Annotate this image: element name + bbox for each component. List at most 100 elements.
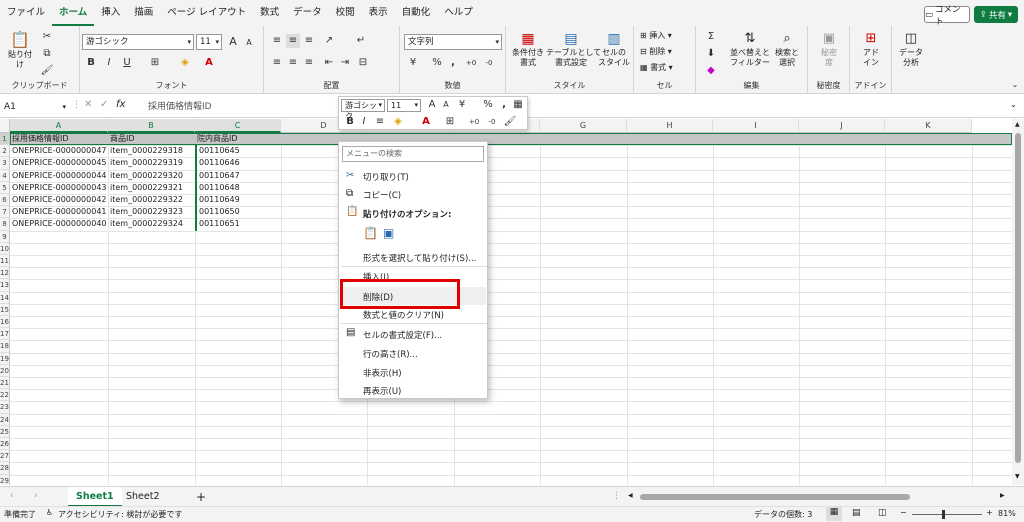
row-header-21[interactable]: 21 xyxy=(0,377,10,390)
zoom-level[interactable]: 81% xyxy=(998,509,1016,518)
sheet-tab-1[interactable]: Sheet1 xyxy=(68,487,122,507)
mini-font-combo[interactable]: 游ゴシック ▾ xyxy=(341,99,385,121)
scroll-up-icon[interactable]: ▲ xyxy=(1015,121,1020,128)
clear-icon[interactable]: ◆ xyxy=(704,64,718,78)
menu-item-clear[interactable]: 数式と値のクリア(N) xyxy=(363,309,444,321)
menu-tab-4[interactable]: ページ レイアウト xyxy=(160,0,253,26)
find-select-button[interactable]: ⌕ 検索と 選択 xyxy=(770,30,804,68)
row-header-26[interactable]: 26 xyxy=(0,438,10,451)
row-header-27[interactable]: 27 xyxy=(0,450,10,463)
row-header-15[interactable]: 15 xyxy=(0,303,10,316)
menu-item-hide[interactable]: 非表示(H) xyxy=(363,367,402,379)
cell-styles-button[interactable]: ▥ セルの スタイル xyxy=(596,30,632,68)
paste-option-icon[interactable]: 📋 xyxy=(363,226,378,240)
menu-tab-9[interactable]: 自動化 xyxy=(395,0,438,26)
column-header-G[interactable]: G xyxy=(540,119,627,133)
cell[interactable]: 00110645 xyxy=(195,145,281,158)
mini-border-icon[interactable]: ⊞ xyxy=(443,115,457,129)
autosum-icon[interactable]: Σ xyxy=(704,30,718,44)
scroll-left-icon[interactable]: ◀ xyxy=(628,492,633,499)
align-right-icon[interactable]: ≡ xyxy=(302,56,316,70)
mini-size-combo[interactable]: 11 ▾ xyxy=(387,99,421,112)
mini-bold-icon[interactable]: B xyxy=(343,115,357,129)
menu-tab-5[interactable]: 数式 xyxy=(253,0,286,26)
row-header-1[interactable]: 1 xyxy=(0,133,10,146)
mini-comma-icon[interactable]: , xyxy=(497,98,511,112)
row-header-23[interactable]: 23 xyxy=(0,401,10,414)
menu-item-format-cells[interactable]: セルの書式設定(F)... xyxy=(363,329,442,341)
cell[interactable]: 商品ID xyxy=(108,133,195,145)
menu-item-cut[interactable]: 切り取り(T) xyxy=(363,171,409,183)
accessibility-status[interactable]: アクセシビリティ: 検討が必要です xyxy=(58,509,182,520)
row-header-14[interactable]: 14 xyxy=(0,291,10,304)
row-header-18[interactable]: 18 xyxy=(0,340,10,353)
mini-font-shrink-icon[interactable]: A xyxy=(439,98,453,112)
paste-button[interactable]: 📋 貼り付け xyxy=(6,30,34,70)
sort-filter-button[interactable]: ⇅ 並べ替えと フィルター xyxy=(730,30,770,68)
row-header-13[interactable]: 13 xyxy=(0,279,10,292)
share-button[interactable]: ⇪ 共有 ▾ xyxy=(974,6,1018,23)
comma-button[interactable]: , xyxy=(446,56,460,70)
menu-item-copy[interactable]: コピー(C) xyxy=(363,189,401,201)
align-top-icon[interactable]: ≡ xyxy=(270,34,284,48)
format-painter-icon[interactable]: 🖌 xyxy=(40,64,54,78)
bold-button[interactable]: B xyxy=(84,56,98,70)
scroll-right-icon[interactable]: ▶ xyxy=(1000,492,1005,499)
add-sheet-button[interactable]: + xyxy=(188,487,214,507)
row-header-25[interactable]: 25 xyxy=(0,425,10,438)
prev-sheet-icon[interactable]: ‹ xyxy=(10,491,14,501)
column-header-K[interactable]: K xyxy=(885,119,972,133)
column-header-B[interactable]: B xyxy=(108,119,195,133)
cell[interactable]: item_0000229321 xyxy=(108,182,195,194)
menu-tab-3[interactable]: 描画 xyxy=(127,0,160,26)
underline-button[interactable]: U xyxy=(120,56,134,70)
mini-italic-icon[interactable]: I xyxy=(357,115,371,129)
vertical-scrollbar[interactable]: ▲ ▼ xyxy=(1012,119,1024,485)
menu-tab-0[interactable]: ファイル xyxy=(0,0,52,26)
menu-tab-6[interactable]: データ xyxy=(286,0,329,26)
row-header-8[interactable]: 8 xyxy=(0,218,10,231)
currency-icon[interactable]: ¥ xyxy=(406,56,420,70)
mini-fill-color-icon[interactable]: ◈ xyxy=(391,115,405,129)
menu-tab-1[interactable]: ホーム xyxy=(52,0,95,26)
italic-button[interactable]: I xyxy=(102,56,116,70)
menu-tab-7[interactable]: 校閲 xyxy=(329,0,362,26)
indent-increase-icon[interactable]: ⇥ xyxy=(338,56,352,70)
cell[interactable]: item_0000229324 xyxy=(108,218,195,230)
menu-tab-8[interactable]: 表示 xyxy=(362,0,395,26)
comment-button[interactable]: ▭ コメント xyxy=(924,5,970,27)
mini-font-grow-icon[interactable]: A xyxy=(425,98,439,112)
font-shrink-button[interactable]: A xyxy=(242,36,256,50)
conditional-format-button[interactable]: ▦ 条件付き 書式 xyxy=(510,30,546,68)
row-header-4[interactable]: 4 xyxy=(0,169,10,182)
cancel-icon[interactable]: ✕ xyxy=(84,99,92,110)
column-header-A[interactable]: A xyxy=(10,119,108,133)
font-name-combo[interactable]: 游ゴシック ▾ xyxy=(82,34,194,50)
normal-view-icon[interactable]: ▦ xyxy=(826,507,842,521)
cell[interactable]: 00110649 xyxy=(195,194,281,207)
zoom-slider-handle[interactable] xyxy=(942,510,945,519)
align-middle-icon[interactable]: ≡ xyxy=(286,34,300,48)
row-header-29[interactable]: 29 xyxy=(0,474,10,485)
cell[interactable]: ONEPRICE-0000000043 xyxy=(10,182,108,194)
orientation-icon[interactable]: ↗ xyxy=(322,34,336,48)
select-all-corner[interactable] xyxy=(0,119,10,133)
row-header-3[interactable]: 3 xyxy=(0,157,10,170)
page-break-icon[interactable]: ◫ xyxy=(878,508,887,518)
mini-percent-icon[interactable]: % xyxy=(481,98,495,112)
worksheet-grid[interactable]: ABCDEFGHIJK12345678910111213141516171819… xyxy=(0,119,1012,485)
delete-cells-button[interactable]: ⊟ 削除 ▾ xyxy=(640,46,672,58)
cell[interactable]: 00110648 xyxy=(195,181,281,194)
font-grow-button[interactable]: A xyxy=(226,35,240,49)
cell[interactable]: ONEPRICE-0000000045 xyxy=(10,157,108,169)
row-header-9[interactable]: 9 xyxy=(0,230,10,243)
format-cells-button[interactable]: ▦ 書式 ▾ xyxy=(640,62,673,74)
column-header-C[interactable]: C xyxy=(195,119,281,133)
row-header-7[interactable]: 7 xyxy=(0,206,10,219)
percent-button[interactable]: % xyxy=(430,56,444,70)
formula-input[interactable]: 採用価格情報ID xyxy=(148,99,212,115)
menu-item-paste-special[interactable]: 形式を選択して貼り付け(S)... xyxy=(363,252,476,264)
cell[interactable]: ONEPRICE-0000000041 xyxy=(10,206,108,218)
mini-decrease-decimal-icon[interactable]: -0 xyxy=(485,115,499,129)
cell[interactable]: 00110651 xyxy=(195,218,281,231)
